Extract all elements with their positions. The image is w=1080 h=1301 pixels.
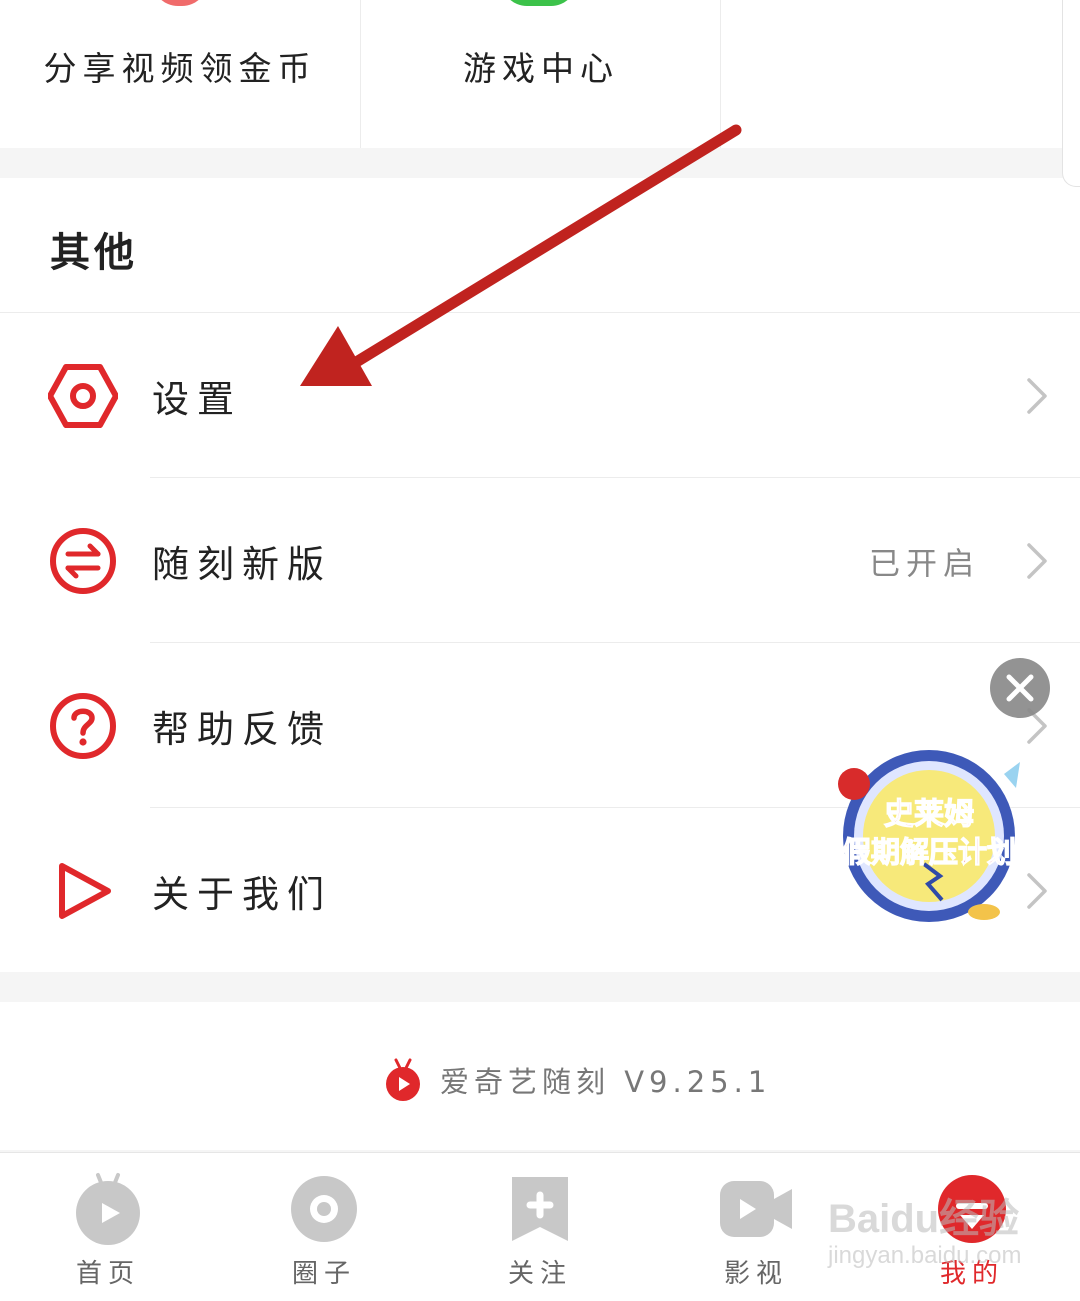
tab-follow-label: 关注 — [507, 1259, 572, 1289]
chevron-right-icon — [1027, 542, 1047, 579]
help-feedback-label: 帮助反馈 — [152, 707, 332, 751]
chevron-right-icon — [1027, 377, 1047, 414]
tab-follow[interactable]: 关注 — [432, 1153, 648, 1301]
watermark-sub: jingyan.baidu.com — [828, 1242, 1022, 1269]
empty-grid-cell — [721, 0, 1080, 148]
floating-promo-badge[interactable]: 史莱姆 假期解压计划 — [824, 744, 1034, 934]
game-center-icon — [501, 0, 577, 6]
follow-plus-icon — [512, 1177, 568, 1241]
play-triangle-icon — [59, 862, 111, 919]
about-us-label: 关于我们 — [152, 872, 332, 916]
version-footer: 爱奇艺随刻 V9.25.1 — [0, 1002, 1080, 1150]
hexagon-settings-icon — [48, 363, 118, 428]
tab-home[interactable]: 首页 — [0, 1153, 216, 1301]
tab-circle-label: 圈子 — [291, 1259, 356, 1289]
tab-home-label: 首页 — [75, 1259, 140, 1289]
promo-badge-graphic: 史莱姆 假期解压计划 — [838, 750, 1020, 922]
promo-title-line1: 史莱姆 — [884, 797, 974, 832]
question-circle-icon — [50, 692, 116, 759]
status-value: 已开启 — [869, 546, 980, 582]
promo-title-line2: 假期解压计划 — [842, 835, 1016, 869]
game-center-label: 游戏中心 — [463, 49, 619, 88]
version-text: 爱奇艺随刻 V9.25.1 — [440, 1065, 772, 1099]
baidu-watermark: Baidu经验 jingyan.baidu.com — [828, 1180, 1028, 1280]
home-tv-icon — [76, 1173, 140, 1245]
iqiyi-suike-logo-icon — [386, 1058, 420, 1101]
suike-new-version-label: 随刻新版 — [152, 542, 332, 586]
close-promo-button[interactable] — [990, 658, 1050, 718]
share-video-coins-cell[interactable]: 分享视频领金币 — [0, 0, 360, 148]
section-title: 其他 — [50, 230, 138, 276]
share-video-coins-label: 分享视频领金币 — [43, 49, 317, 88]
share-coins-icon — [152, 0, 208, 6]
close-icon — [1006, 674, 1034, 702]
suike-new-version-row[interactable]: 随刻新版 已开启 — [0, 478, 1080, 643]
side-edge-panel — [1062, 0, 1080, 187]
tab-circle[interactable]: 圈子 — [216, 1153, 432, 1301]
settings-label: 设置 — [152, 377, 242, 421]
top-grid: 分享视频领金币 游戏中心 — [0, 0, 1080, 148]
watermark-main: Baidu经验 — [828, 1197, 1020, 1241]
switch-arrows-icon — [50, 527, 116, 594]
game-center-cell[interactable]: 游戏中心 — [361, 0, 721, 148]
circle-icon — [291, 1176, 357, 1242]
video-camera-icon — [720, 1181, 792, 1237]
settings-row[interactable]: 设置 — [0, 313, 1080, 478]
